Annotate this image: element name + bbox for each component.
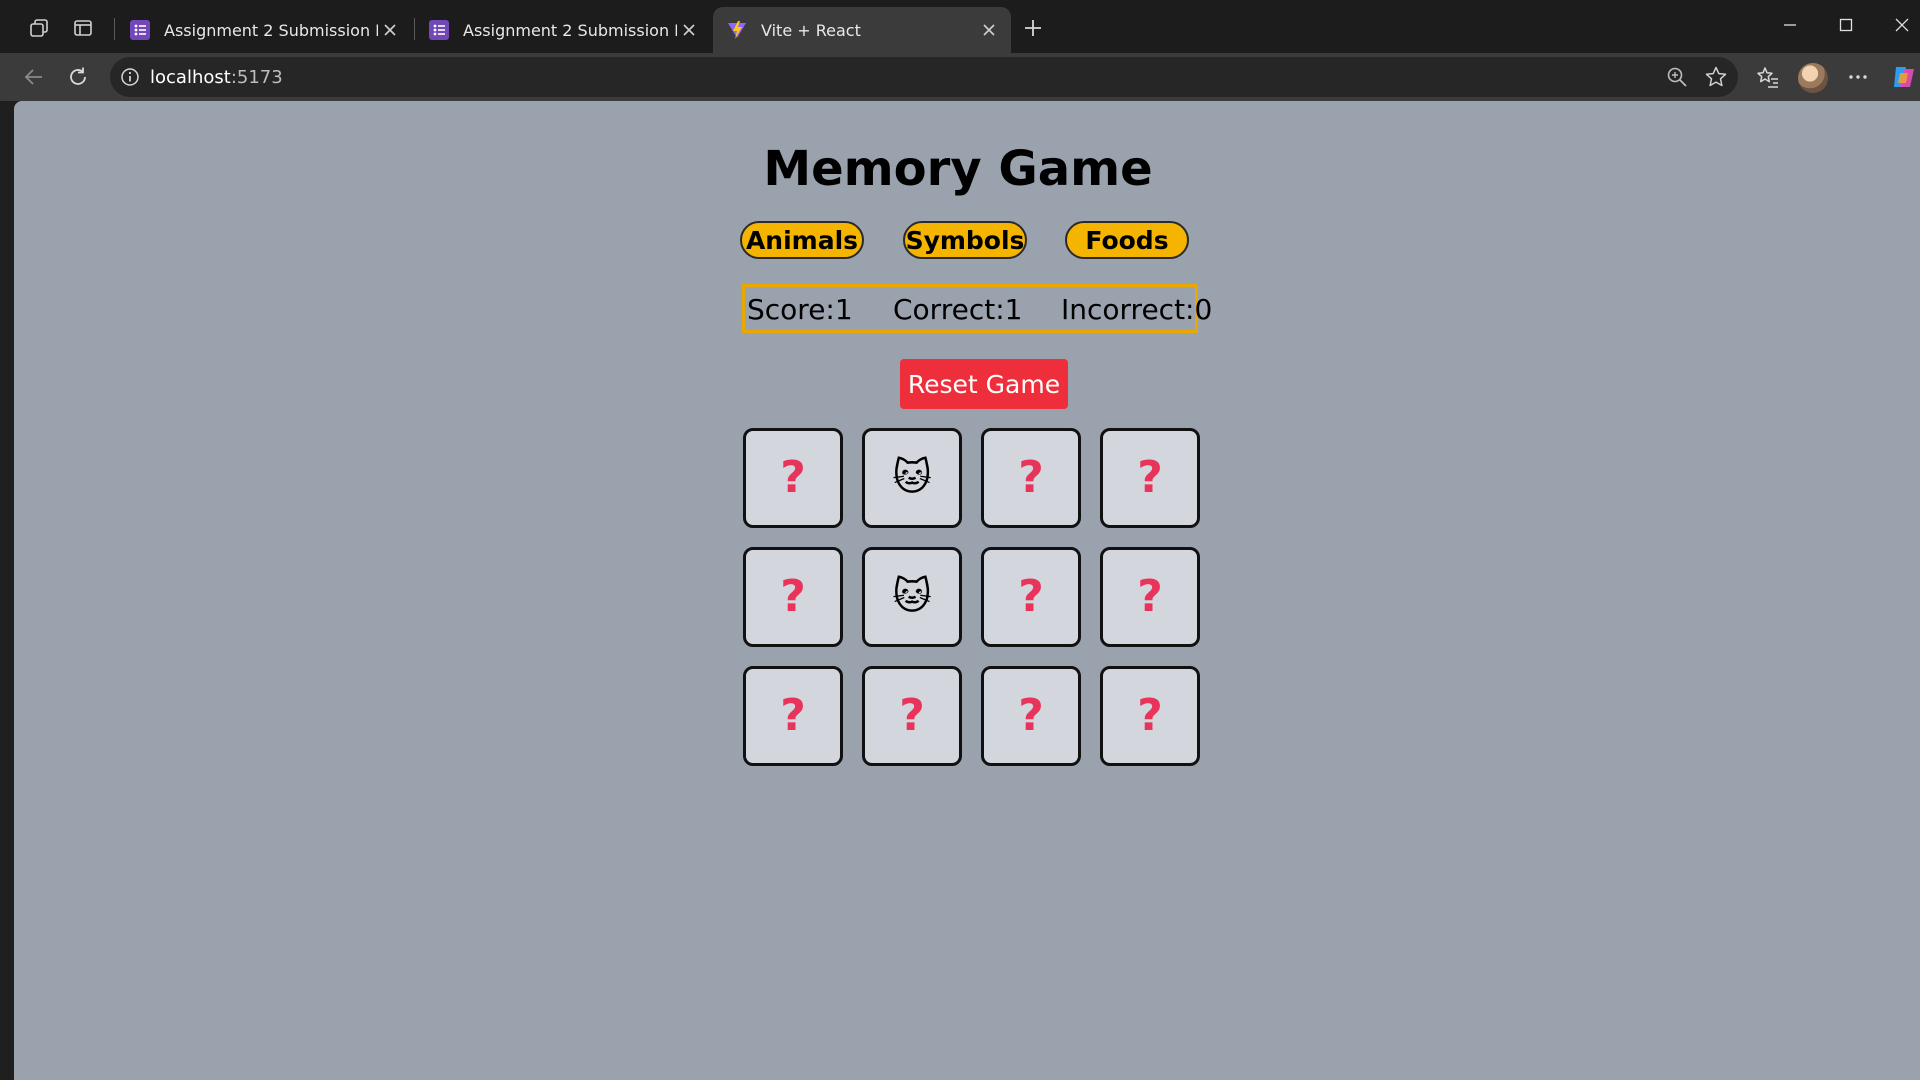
cat-face-icon: 🐱 [892,576,932,618]
window-edge [0,101,14,1080]
tab-forms-2[interactable]: Assignment 2 Submission Form [415,7,711,53]
url-text[interactable]: localhost:5173 [150,67,283,88]
close-tab-icon[interactable] [677,18,701,42]
browser-window: Assignment 2 Submission Form Assignment … [0,0,1920,1080]
more-options-icon[interactable] [1842,61,1874,93]
tab-separator [114,18,115,40]
category-button-symbols[interactable]: Symbols [903,221,1027,259]
memory-card-hidden[interactable]: ? [1100,547,1200,647]
close-tab-icon[interactable] [977,18,1001,42]
favorites-icon[interactable] [1752,61,1784,93]
memory-card-hidden[interactable]: ? [981,428,1081,528]
new-tab-icon[interactable] [1018,13,1048,43]
close-window-icon[interactable] [1872,0,1920,50]
tab-title: Assignment 2 Submission Form [463,20,677,40]
memory-card-hidden[interactable]: ? [981,547,1081,647]
question-mark-icon: ? [1018,690,1044,741]
copilot-icon[interactable] [1888,61,1920,93]
forms-icon [130,20,150,40]
score-value: Score:1 [747,293,853,326]
question-mark-icon: ? [1137,452,1163,503]
vite-icon [728,21,746,39]
incorrect-count: Incorrect:0 [1061,293,1213,326]
cat-face-icon: 🐱 [892,457,932,499]
question-mark-icon: ? [1137,571,1163,622]
memory-card-revealed[interactable]: 🐱 [862,547,962,647]
site-info-icon[interactable] [120,67,140,87]
tab-forms-1[interactable]: Assignment 2 Submission Form [116,7,412,53]
tab-strip: Assignment 2 Submission Form Assignment … [0,0,1920,53]
tab-vite-react[interactable]: Vite + React [713,7,1011,53]
tab-title: Assignment 2 Submission Form [164,20,378,40]
minimize-icon[interactable] [1760,0,1820,50]
close-tab-icon[interactable] [378,18,402,42]
favorite-star-icon[interactable] [1704,65,1728,89]
question-mark-icon: ? [1018,571,1044,622]
category-button-foods[interactable]: Foods [1065,221,1189,259]
browser-toolbar: localhost:5173 [0,53,1920,101]
memory-card-hidden[interactable]: ? [981,666,1081,766]
memory-game-app: Memory Game Animals Symbols Foods Score:… [14,101,1920,1080]
category-button-animals[interactable]: Animals [740,221,864,259]
correct-count: Correct:1 [893,293,1023,326]
vertical-tabs-icon[interactable] [68,13,98,43]
memory-card-hidden[interactable]: ? [743,666,843,766]
question-mark-icon: ? [780,690,806,741]
forms-icon [429,20,449,40]
profile-avatar[interactable] [1798,63,1828,93]
memory-card-hidden[interactable]: ? [743,547,843,647]
memory-card-hidden[interactable]: ? [743,428,843,528]
workspaces-icon[interactable] [24,13,54,43]
tab-title: Vite + React [761,20,861,40]
question-mark-icon: ? [780,452,806,503]
url-host: localhost [150,66,231,88]
question-mark-icon: ? [1137,690,1163,741]
back-icon[interactable] [18,61,50,93]
memory-card-revealed[interactable]: 🐱 [862,428,962,528]
maximize-icon[interactable] [1816,0,1876,50]
memory-card-hidden[interactable]: ? [1100,428,1200,528]
reset-game-button[interactable]: Reset Game [900,359,1068,409]
score-panel: Score:1 Correct:1 Incorrect:0 [742,284,1212,333]
question-mark-icon: ? [1018,452,1044,503]
page-viewport: Memory Game Animals Symbols Foods Score:… [14,101,1920,1080]
address-bar[interactable]: localhost:5173 [110,57,1738,97]
url-port: :5173 [230,66,283,88]
memory-card-hidden[interactable]: ? [862,666,962,766]
zoom-icon[interactable] [1666,66,1688,88]
question-mark-icon: ? [899,690,925,741]
refresh-icon[interactable] [62,61,94,93]
memory-card-hidden[interactable]: ? [1100,666,1200,766]
page-title: Memory Game [763,141,1153,197]
question-mark-icon: ? [780,571,806,622]
